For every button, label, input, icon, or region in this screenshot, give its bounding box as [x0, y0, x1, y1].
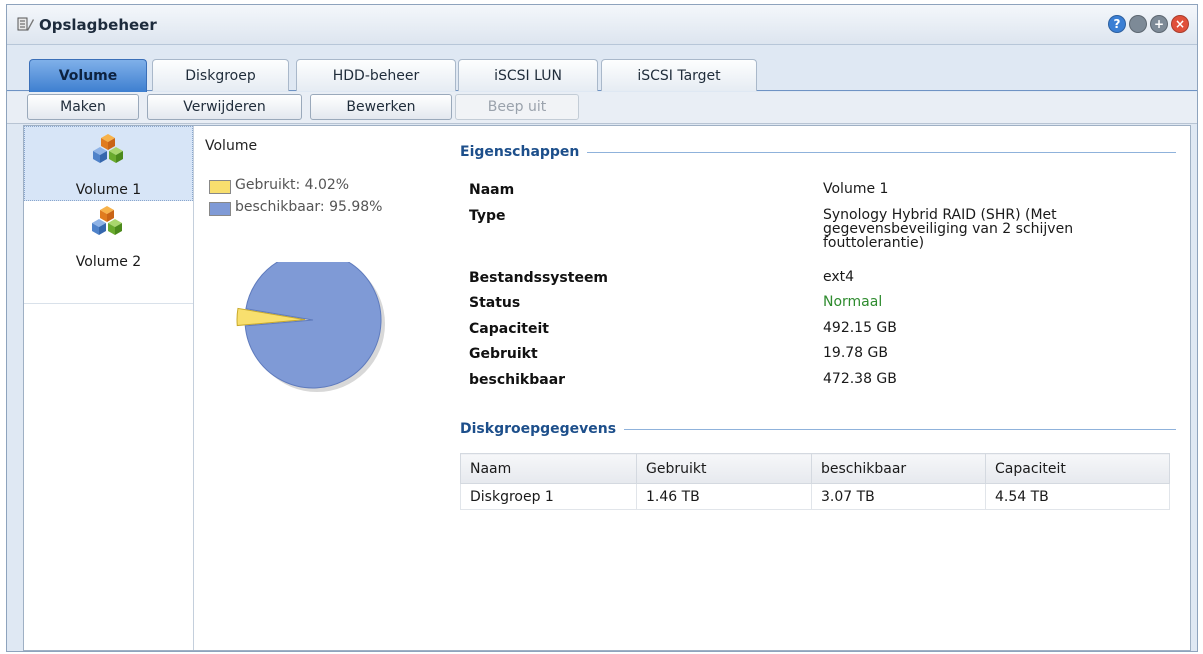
storage-manager-icon [17, 17, 34, 31]
legend-item-available: beschikbaar: 95.98% [209, 200, 395, 216]
create-button[interactable]: Maken [27, 94, 139, 120]
tab-volume[interactable]: Volume [29, 59, 147, 92]
properties-title: Eigenschappen [460, 144, 580, 160]
diskgroup-header: Diskgroepgegevens [460, 421, 1176, 437]
volume-cubes-icon [93, 134, 123, 163]
toolbar: Maken Verwijderen Bewerken Beep uit [7, 92, 1197, 124]
table-row[interactable]: Diskgroep 1 1.46 TB 3.07 TB 4.54 TB [460, 483, 1170, 510]
tab-iscsi-target[interactable]: iSCSI Target [601, 59, 757, 91]
help-icon[interactable]: ? [1108, 15, 1126, 33]
legend-item-used: Gebruikt: 4.02% [209, 178, 395, 194]
tab-strip: Volume Diskgroep HDD-beheer iSCSI LUN iS… [7, 45, 1197, 92]
chart-title: Volume [205, 138, 258, 154]
property-key: Gebruikt [469, 346, 538, 362]
legend-label: Gebruikt: 4.02% [235, 177, 350, 193]
property-value: 472.38 GB [823, 371, 897, 387]
main-content: Volume 1 Volume 2 Volume Gebruikt: 4.02%… [23, 125, 1191, 651]
delete-button[interactable]: Verwijderen [147, 94, 302, 120]
legend-swatch [209, 202, 231, 216]
pie-slice-beschikbaar [244, 262, 382, 389]
table-header-row: Naam Gebruikt beschikbaar Capaciteit [460, 453, 1170, 484]
diskgroup-title: Diskgroepgegevens [460, 421, 617, 437]
window-buttons: ? + × [1108, 15, 1189, 33]
section-divider [624, 428, 1176, 430]
property-key: Bestandssysteem [469, 270, 609, 286]
property-value: Volume 1 [823, 181, 889, 197]
volume-list-item[interactable]: Volume 1 [24, 126, 193, 201]
volume-label: Volume 1 [75, 182, 142, 198]
table-cell: 1.46 TB [636, 483, 812, 510]
tab-iscsi-lun[interactable]: iSCSI LUN [458, 59, 598, 91]
property-value: 19.78 GB [823, 345, 888, 361]
table-cell: 4.54 TB [985, 483, 1170, 510]
column-header[interactable]: Gebruikt [636, 453, 812, 484]
column-header[interactable]: beschikbaar [811, 453, 986, 484]
property-key: Capaciteit [469, 321, 549, 337]
title-bar[interactable]: Opslagbeheer ? + × [7, 5, 1197, 45]
window-title: Opslagbeheer [39, 16, 157, 34]
usage-chart-panel: Volume Gebruikt: 4.02% beschikbaar: 95.9… [195, 126, 450, 650]
property-key: Status [469, 295, 521, 311]
property-value: 492.15 GB [823, 320, 897, 336]
diskgroup-table: Naam Gebruikt beschikbaar Capaciteit Dis… [460, 453, 1170, 510]
column-header[interactable]: Naam [460, 453, 637, 484]
volume-list-item[interactable]: Volume 2 [24, 202, 193, 277]
volume-list: Volume 1 Volume 2 [24, 126, 194, 650]
usage-pie-chart [236, 262, 385, 392]
property-key: Naam [469, 182, 515, 198]
legend-swatch [209, 180, 231, 194]
section-divider [587, 151, 1176, 153]
volume-label: Volume 2 [75, 254, 142, 270]
storage-manager-window: Opslagbeheer ? + × Volume Diskgroep HDD-… [6, 4, 1198, 652]
beep-off-button[interactable]: Beep uit [455, 94, 579, 120]
maximize-icon[interactable]: + [1150, 15, 1168, 33]
status-value: Normaal [823, 294, 883, 310]
property-value: ext4 [823, 269, 855, 285]
table-cell: 3.07 TB [811, 483, 986, 510]
column-header[interactable]: Capaciteit [985, 453, 1170, 484]
tab-diskgroep[interactable]: Diskgroep [152, 59, 289, 91]
table-cell: Diskgroep 1 [460, 483, 637, 510]
edit-button[interactable]: Bewerken [310, 94, 452, 120]
minimize-icon[interactable] [1129, 15, 1147, 33]
close-icon[interactable]: × [1171, 15, 1189, 33]
legend-label: beschikbaar: 95.98% [235, 199, 383, 215]
properties-header: Eigenschappen [460, 144, 1176, 160]
property-key: beschikbaar [469, 372, 566, 388]
property-value: Synology Hybrid RAID (SHR) (Met gegevens… [823, 207, 1074, 251]
property-key: Type [469, 208, 506, 224]
volume-details: Eigenschappen Naam Volume 1 Type Synolog… [460, 126, 1190, 650]
volume-cubes-icon [92, 206, 122, 235]
tab-hdd-beheer[interactable]: HDD-beheer [296, 59, 456, 91]
list-divider [24, 303, 193, 304]
